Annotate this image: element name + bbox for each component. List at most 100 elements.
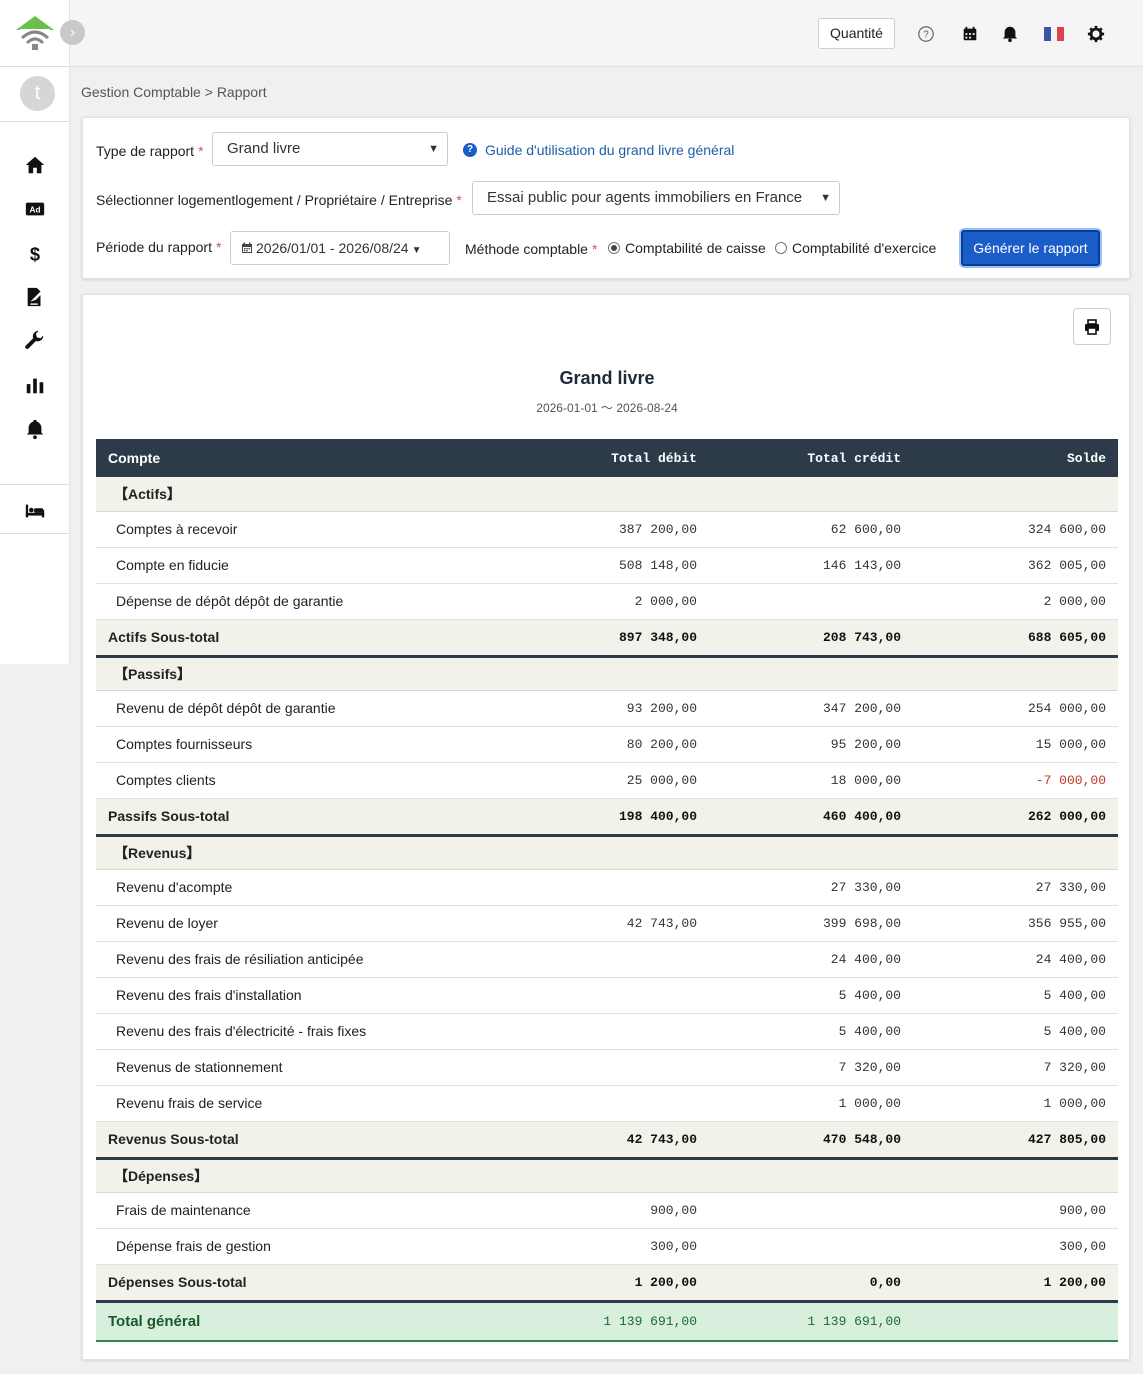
- section-name: 【Revenus】: [96, 835, 1118, 870]
- period-date-range-picker[interactable]: 2026/01/01 - 2026/08/24 ▼: [230, 231, 450, 265]
- method-option-cash-label: Comptabilité de caisse: [625, 240, 766, 256]
- sidebar-divider: [0, 66, 70, 67]
- grand-total-credit: 1 139 691,00: [709, 1299, 913, 1342]
- subtotal-row: Passifs Sous-total 198 400,00 460 400,00 26…: [96, 798, 1118, 837]
- account-name: Compte en fiducie: [96, 547, 516, 584]
- account-name: Revenu de dépôt dépôt de garantie: [96, 690, 516, 727]
- notification-bell-icon[interactable]: [1000, 24, 1020, 44]
- chevron-down-icon: ▼: [820, 192, 831, 204]
- grand-total-row: Total général 1 139 691,00 1 139 691,00: [96, 1299, 1118, 1342]
- table-row[interactable]: Revenu des frais d'installation 5 400,00 5…: [96, 977, 1118, 1014]
- balance-value: 324 600,00: [913, 511, 1118, 548]
- table-row[interactable]: Comptes fournisseurs 80 200,00 95 200,00 15…: [96, 726, 1118, 763]
- debit-value: [516, 977, 709, 1014]
- credit-value: 146 143,00: [709, 547, 913, 584]
- debit-value: [516, 1013, 709, 1050]
- contract-icon[interactable]: [22, 284, 48, 310]
- subtotal-credit: 470 548,00: [709, 1121, 913, 1160]
- report-type-label-text: Type de rapport: [96, 143, 195, 159]
- subtotal-label: Dépenses Sous-total: [96, 1264, 516, 1303]
- section-header-row: 【Actifs】: [96, 477, 1118, 512]
- guide-link-text: Guide d'utilisation du grand livre génér…: [485, 142, 735, 158]
- debit-value: 900,00: [516, 1192, 709, 1229]
- balance-value: 7 320,00: [913, 1049, 1118, 1086]
- caret-down-icon: ▼: [411, 245, 422, 256]
- guide-link[interactable]: ? Guide d'utilisation du grand livre géné…: [463, 142, 734, 158]
- print-button[interactable]: [1073, 308, 1111, 345]
- french-flag-icon[interactable]: [1044, 24, 1064, 44]
- dollar-icon[interactable]: $: [22, 240, 48, 266]
- method-option-cash[interactable]: Comptabilité de caisse: [608, 240, 766, 256]
- table-header-row: Compte Total débit Total crédit Solde: [96, 439, 1118, 477]
- table-row[interactable]: Comptes à recevoir 387 200,00 62 600,00 324…: [96, 511, 1118, 548]
- sidebar: t Ad $: [0, 0, 70, 664]
- quantity-button[interactable]: Quantité: [818, 18, 895, 49]
- svg-text:Ad: Ad: [30, 206, 41, 215]
- account-name: Frais de maintenance: [96, 1192, 516, 1229]
- sidebar-divider: [0, 484, 70, 485]
- debit-value: 42 743,00: [516, 905, 709, 942]
- bell-icon[interactable]: [22, 416, 48, 442]
- subtotal-credit: 460 400,00: [709, 798, 913, 837]
- section-header-row: 【Passifs】: [96, 656, 1118, 691]
- table-row[interactable]: Revenu frais de service 1 000,00 1 000,00: [96, 1085, 1118, 1122]
- method-option-accrual[interactable]: Comptabilité d'exercice: [775, 240, 936, 256]
- report-type-select[interactable]: Grand livre ▼: [212, 132, 448, 166]
- report-period: 2026-01-01 〜 2026-08-24: [536, 401, 678, 415]
- breadcrumb-parent[interactable]: Gestion Comptable: [81, 84, 201, 100]
- subtotal-debit: 198 400,00: [516, 798, 709, 837]
- help-icon[interactable]: ?: [916, 24, 936, 44]
- bed-icon[interactable]: [22, 498, 48, 524]
- expand-sidebar-icon[interactable]: ›: [60, 20, 85, 45]
- table-row[interactable]: Revenu de dépôt dépôt de garantie 93 200,…: [96, 690, 1118, 727]
- property-select[interactable]: Essai public pour agents immobiliers en …: [472, 181, 840, 215]
- ad-icon[interactable]: Ad: [22, 196, 48, 222]
- balance-value: 300,00: [913, 1228, 1118, 1265]
- table-row[interactable]: Revenu des frais de résiliation anticipé…: [96, 941, 1118, 978]
- credit-value: 5 400,00: [709, 977, 913, 1014]
- app-logo[interactable]: [14, 14, 56, 52]
- subtotal-credit: 0,00: [709, 1264, 913, 1303]
- subtotal-row: Actifs Sous-total 897 348,00 208 743,00 688…: [96, 619, 1118, 658]
- subtotal-balance: 1 200,00: [913, 1264, 1118, 1303]
- balance-value: 362 005,00: [913, 547, 1118, 584]
- table-row[interactable]: Revenu de loyer 42 743,00 399 698,00 356 95…: [96, 905, 1118, 942]
- table-row[interactable]: Comptes clients 25 000,00 18 000,00 -7 000,…: [96, 762, 1118, 799]
- subtotal-label: Revenus Sous-total: [96, 1121, 516, 1160]
- report-card: Grand livre 2026-01-01 〜 2026-08-24 Comp…: [82, 294, 1130, 1360]
- ledger-body: 【Actifs】 Comptes à recevoir 387 200,00 62 6…: [96, 477, 1118, 1342]
- settings-gear-icon[interactable]: [1086, 24, 1106, 44]
- generate-report-button[interactable]: Générer le rapport: [961, 230, 1100, 266]
- balance-value: 2 000,00: [913, 583, 1118, 620]
- calendar-icon[interactable]: [960, 24, 980, 44]
- balance-value: 254 000,00: [913, 690, 1118, 727]
- debit-value: 508 148,00: [516, 547, 709, 584]
- table-row[interactable]: Revenu d'acompte 27 330,00 27 330,00: [96, 869, 1118, 906]
- property-label: Sélectionner logementlogement / Propriét…: [96, 192, 462, 208]
- subtotal-label: Passifs Sous-total: [96, 798, 516, 837]
- bar-chart-icon[interactable]: [22, 372, 48, 398]
- balance-value: 27 330,00: [913, 869, 1118, 906]
- radio-accrual[interactable]: [775, 242, 787, 254]
- radio-cash[interactable]: [608, 242, 620, 254]
- table-row[interactable]: Revenus de stationnement 7 320,00 7 320,00: [96, 1049, 1118, 1086]
- table-row[interactable]: Frais de maintenance 900,00 900,00: [96, 1192, 1118, 1229]
- credit-value: 347 200,00: [709, 690, 913, 727]
- credit-value: [709, 1192, 913, 1229]
- home-icon[interactable]: [22, 152, 48, 178]
- table-row[interactable]: Compte en fiducie 508 148,00 146 143,00 362…: [96, 547, 1118, 584]
- subtotal-debit: 42 743,00: [516, 1121, 709, 1160]
- credit-value: [709, 1228, 913, 1265]
- balance-value: 356 955,00: [913, 905, 1118, 942]
- credit-value: 7 320,00: [709, 1049, 913, 1086]
- table-row[interactable]: Dépense de dépôt dépôt de garantie 2 000,…: [96, 583, 1118, 620]
- avatar[interactable]: t: [20, 76, 55, 111]
- balance-value: 1 000,00: [913, 1085, 1118, 1122]
- section-header-row: 【Dépenses】: [96, 1158, 1118, 1193]
- column-header-balance: Solde: [913, 439, 1118, 477]
- section-name: 【Passifs】: [96, 656, 1118, 691]
- required-mark: *: [591, 241, 598, 257]
- table-row[interactable]: Revenu des frais d'électricité - frais f…: [96, 1013, 1118, 1050]
- table-row[interactable]: Dépense frais de gestion 300,00 300,00: [96, 1228, 1118, 1265]
- wrench-icon[interactable]: [22, 328, 48, 354]
